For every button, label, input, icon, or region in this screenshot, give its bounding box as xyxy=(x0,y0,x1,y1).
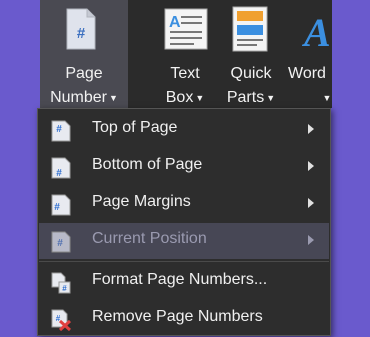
svg-text:A: A xyxy=(302,10,331,50)
svg-text:#: # xyxy=(56,168,62,179)
text-box-icon: A xyxy=(164,8,208,50)
format-page-numbers-icon: # xyxy=(51,272,71,294)
page-hash-top-icon: # xyxy=(51,120,71,142)
page-number-label-line2: Number ▼ xyxy=(50,89,118,107)
page-hash-bottom-icon: # xyxy=(51,157,71,179)
page-number-icon: # xyxy=(66,8,96,50)
page-hash-margin-icon: # xyxy=(51,194,71,216)
dropdown-caret-icon: ▼ xyxy=(266,93,276,103)
menu-item-remove-page-numbers[interactable]: # Remove Page Numbers xyxy=(39,301,329,337)
menu-item-label: Remove Page Numbers xyxy=(92,308,263,325)
quick-parts-label-line2[interactable]: Parts ▼ xyxy=(220,86,282,110)
ribbon-insert-group: # Page Number ▼ A Text Box ▼ Quick Parts ▼ … xyxy=(40,0,332,108)
page-number-label-line1: Page xyxy=(65,65,103,82)
menu-item-bottom-of-page[interactable]: # Bottom of Page xyxy=(39,149,329,185)
page-number-button[interactable]: # Page Number ▼ xyxy=(40,0,128,108)
page-number-menu: # Top of Page # Bottom of Page # Page Ma… xyxy=(37,108,331,336)
menu-item-current-position[interactable]: # Current Position xyxy=(39,223,329,259)
menu-item-label: Format Page Numbers... xyxy=(92,271,268,288)
menu-item-label: Top of Page xyxy=(92,119,178,136)
svg-text:#: # xyxy=(57,238,63,249)
svg-text:A: A xyxy=(169,14,181,31)
menu-item-page-margins[interactable]: # Page Margins xyxy=(39,186,329,222)
text-box-label-line1[interactable]: Text xyxy=(152,62,218,86)
dropdown-caret-icon: ▼ xyxy=(322,93,332,103)
svg-text:#: # xyxy=(62,284,67,293)
submenu-arrow-icon xyxy=(308,124,314,134)
svg-text:#: # xyxy=(56,124,62,135)
remove-page-numbers-icon: # xyxy=(51,309,71,331)
submenu-arrow-icon xyxy=(308,161,314,171)
menu-item-format-page-numbers[interactable]: # Format Page Numbers... xyxy=(39,264,329,300)
svg-text:#: # xyxy=(77,25,86,42)
dropdown-caret-icon: ▼ xyxy=(195,93,205,103)
quick-parts-label-line1[interactable]: Quick xyxy=(220,62,282,86)
wordart-icon: A xyxy=(302,10,331,50)
wordart-label-line2[interactable]: ▼ xyxy=(316,86,336,110)
page-hash-current-icon: # xyxy=(51,231,71,253)
submenu-arrow-icon xyxy=(308,198,314,208)
menu-item-label: Page Margins xyxy=(92,193,191,210)
menu-separator xyxy=(39,261,329,262)
wordart-label-line1[interactable]: Word xyxy=(288,62,338,86)
menu-item-label: Bottom of Page xyxy=(92,156,203,173)
submenu-arrow-icon xyxy=(308,235,314,245)
dropdown-caret-icon: ▼ xyxy=(108,93,118,103)
menu-item-label: Current Position xyxy=(92,230,207,247)
menu-item-top-of-page[interactable]: # Top of Page xyxy=(39,112,329,148)
quick-parts-icon xyxy=(232,6,268,52)
text-box-label-line2[interactable]: Box ▼ xyxy=(152,86,218,110)
svg-text:#: # xyxy=(54,202,60,213)
